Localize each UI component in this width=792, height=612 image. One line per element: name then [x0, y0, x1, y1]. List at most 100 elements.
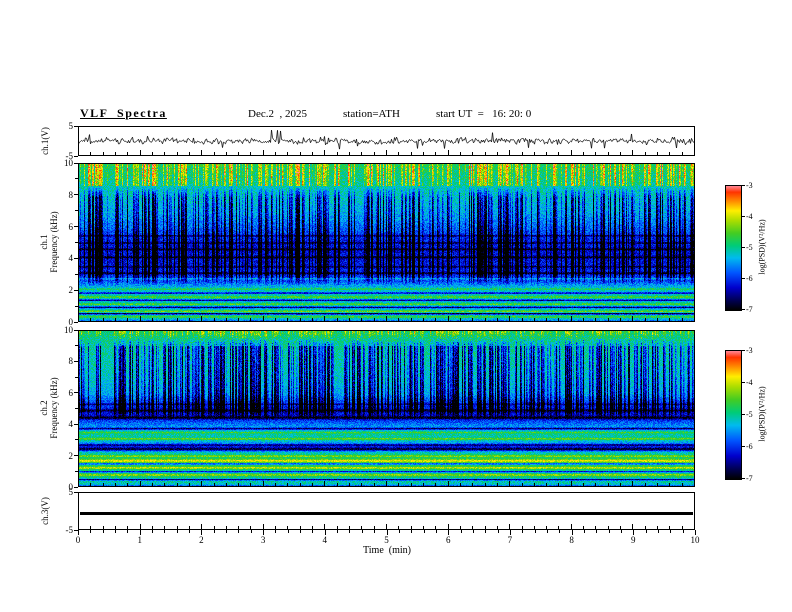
x-minor-tick — [90, 530, 92, 533]
ch2-spectrogram-plot — [78, 330, 695, 487]
y-tick-label: 4 — [68, 419, 74, 430]
x-minor-tick — [645, 530, 647, 533]
y-tick-label: 2 — [68, 450, 74, 461]
x-minor-tick — [435, 530, 437, 533]
x-axis-label: Time (min) — [363, 545, 411, 556]
x-minor-tick — [300, 530, 302, 533]
y-tick-label: 2 — [68, 285, 74, 296]
x-minor-tick — [102, 530, 104, 533]
x-minor-tick — [546, 530, 548, 533]
x-minor-tick — [213, 530, 215, 533]
y-major-tick — [74, 329, 78, 331]
ch3-voltage-axis-label: ch.3(V) — [40, 497, 50, 525]
x-minor-tick — [238, 530, 240, 533]
x-minor-tick — [497, 530, 499, 533]
x-minor-tick — [250, 530, 252, 533]
x-minor-tick — [127, 530, 129, 533]
x-minor-tick — [398, 530, 400, 533]
colorbar-tick — [742, 477, 745, 479]
ch1-voltage-waveform-plot — [78, 126, 695, 156]
y-minor-tick — [75, 408, 78, 409]
x-minor-tick — [287, 530, 289, 533]
x-minor-tick — [620, 530, 622, 533]
x-minor-tick — [485, 530, 487, 533]
colorbar-tick-label: -4 — [746, 377, 753, 387]
y-major-tick — [74, 226, 78, 228]
colorbar-tick-label: -3 — [746, 180, 753, 190]
y-minor-tick — [75, 376, 78, 378]
x-tick-label: 1 — [137, 535, 142, 545]
y-tick-label: 4 — [68, 253, 74, 264]
ch1-spectrogram-plot — [78, 163, 695, 322]
y-major-tick — [74, 155, 78, 157]
y-major-tick — [74, 257, 78, 259]
y-minor-tick — [75, 470, 78, 472]
y-major-tick — [74, 321, 78, 323]
date-label: Dec.2 , 2025 — [248, 108, 307, 120]
colorbar-tick — [742, 413, 745, 415]
colorbar-tick-label: -6 — [746, 441, 753, 451]
ch1-frequency-axis-label-line2: Frequency (kHz) — [49, 211, 59, 273]
x-minor-tick — [275, 530, 277, 533]
y-major-tick — [74, 423, 78, 425]
start-ut-label: start UT = 16: 20: 0 — [436, 108, 532, 120]
x-minor-tick — [164, 530, 166, 533]
x-tick-label: 5 — [384, 535, 389, 545]
y-major-tick — [74, 289, 78, 291]
y-tick-label: 6 — [68, 221, 74, 232]
x-minor-tick — [460, 530, 462, 533]
x-minor-tick — [152, 530, 154, 533]
x-minor-tick — [534, 530, 536, 533]
y-tick-label: 5 — [68, 487, 74, 497]
x-tick-label: 0 — [75, 535, 81, 545]
x-minor-tick — [472, 530, 474, 533]
y-minor-tick — [75, 345, 78, 347]
ch2-frequency-axis-label-line1: ch.2 — [39, 400, 49, 416]
station-label: station=ATH — [343, 108, 400, 120]
colorbar-tick-label: -3 — [746, 345, 753, 355]
x-minor-tick — [312, 530, 314, 533]
colorbar-tick — [742, 184, 745, 186]
ch2-frequency-axis-label: ch.2 Frequency (kHz) — [39, 377, 59, 438]
colorbar-tick-label: -6 — [746, 273, 753, 283]
colorbar-ch1 — [725, 185, 742, 311]
y-minor-tick — [75, 273, 78, 275]
colorbar-tick — [742, 215, 745, 217]
x-tick-label: 8 — [569, 535, 574, 545]
x-minor-tick — [608, 530, 610, 533]
colorbar-tick-label: -4 — [746, 211, 753, 221]
x-minor-tick — [411, 530, 413, 533]
y-minor-tick — [75, 210, 78, 212]
x-minor-tick — [670, 530, 672, 533]
x-tick-label: 10 — [690, 535, 700, 545]
x-minor-tick — [176, 530, 178, 533]
x-minor-tick — [115, 530, 117, 533]
x-minor-tick — [522, 530, 524, 533]
colorbar-tick-label: -7 — [746, 304, 753, 314]
y-minor-tick — [75, 242, 78, 243]
y-tick-label: 8 — [68, 189, 74, 200]
y-major-tick — [74, 162, 78, 164]
vlf-spectra-figure: VLF Spectra Dec.2 , 2025 station=ATH sta… — [0, 0, 792, 612]
y-tick-label: 8 — [68, 356, 74, 367]
colorbar-tick-label: -5 — [746, 242, 753, 252]
y-tick-label: 10 — [64, 325, 73, 335]
colorbar-ch2 — [725, 350, 742, 480]
y-major-tick — [74, 194, 78, 196]
ch3-voltage-plot — [78, 492, 695, 530]
x-minor-tick — [583, 530, 585, 533]
colorbar-tick — [742, 381, 745, 383]
y-tick-label: -5 — [65, 525, 74, 535]
x-minor-tick — [657, 530, 659, 533]
x-tick-label: 4 — [322, 535, 328, 545]
colorbar-tick — [742, 308, 745, 310]
x-minor-tick — [189, 530, 191, 533]
colorbar-tick — [742, 349, 745, 351]
ch1-frequency-axis-label: ch.1 Frequency (kHz) — [39, 211, 59, 272]
x-minor-tick — [596, 530, 598, 533]
colorbar-tick — [742, 277, 745, 279]
y-tick-label: 5 — [68, 121, 74, 131]
x-tick-label: 9 — [631, 535, 636, 545]
y-tick-label: 6 — [68, 387, 74, 398]
y-tick-label: 10 — [64, 158, 73, 168]
